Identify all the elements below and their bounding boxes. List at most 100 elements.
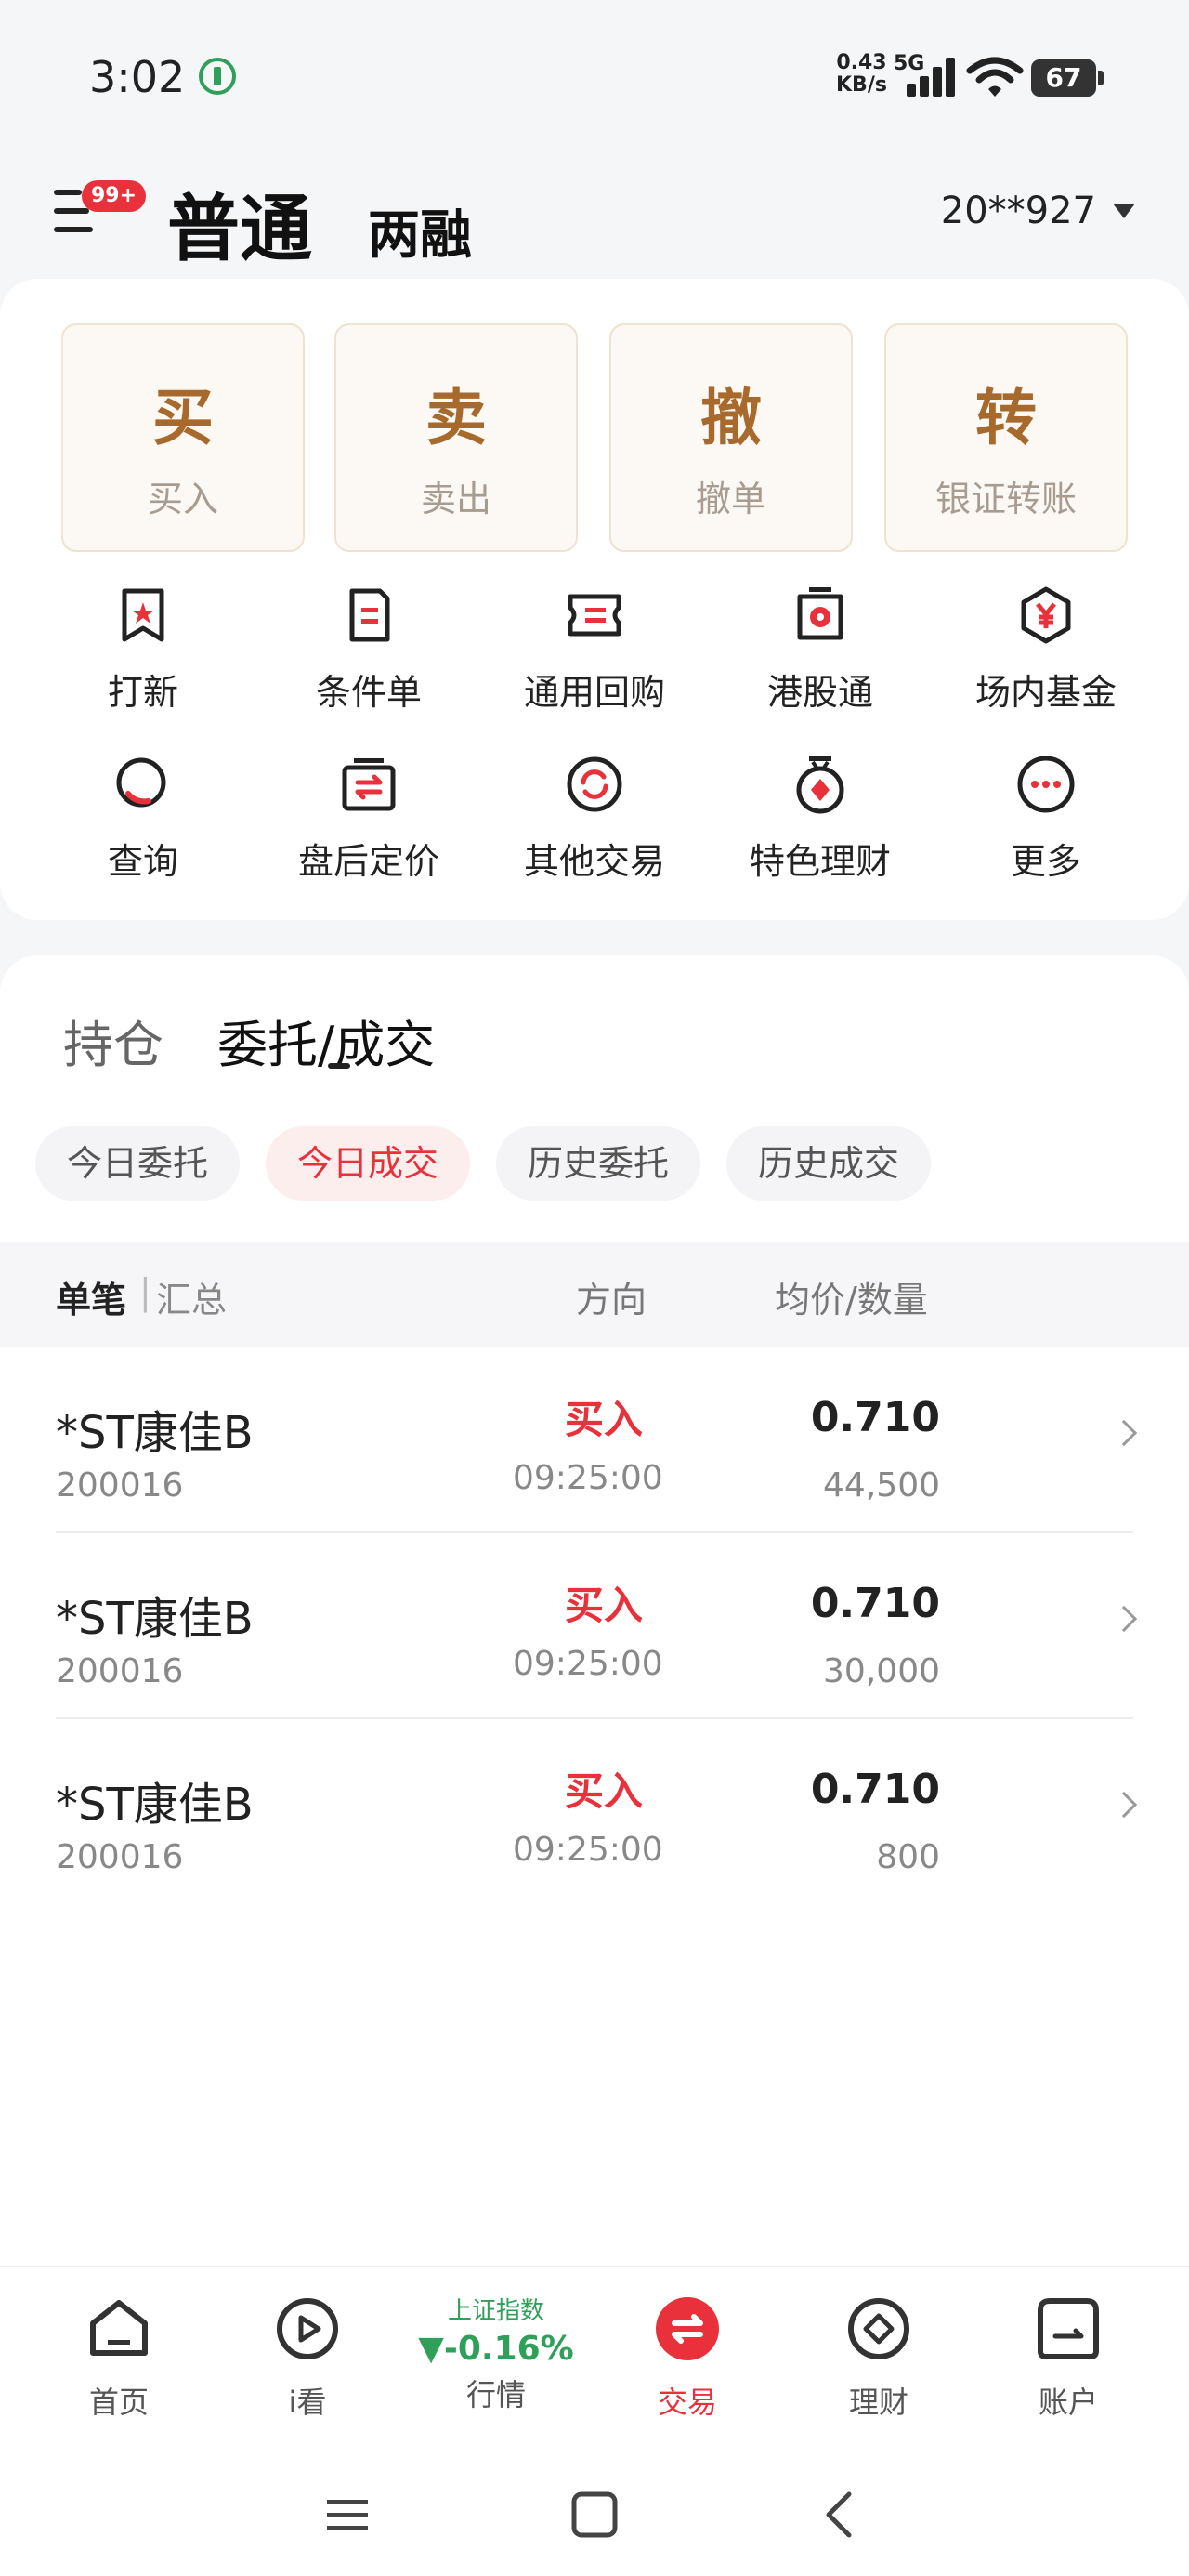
trade-time: 09:25:00 [513,1459,663,1497]
nav-market-label: 行情 [465,2377,526,2412]
ipo-bookmark-icon [122,588,164,642]
func-other-trade[interactable]: 其他交易 [502,755,687,884]
nav-market[interactable]: 上证指数 ▼-0.16% 行情 [412,2295,580,2414]
status-bar: 3:02 0.43 KB/s 5G 67 [0,0,1189,149]
bottom-nav: 首页 i看 上证指数 ▼-0.16% 行情 交易 理财 账户 [0,2266,1189,2451]
func-other-trade-label: 其他交易 [523,841,665,882]
system-nav-bar [0,2451,1189,2576]
hk-connect-icon [797,587,843,640]
sell-button[interactable]: 卖 卖出 [334,323,578,552]
chip-today-trades[interactable]: 今日成交 [266,1126,471,1201]
header-single-toggle[interactable]: 单笔 [56,1271,126,1322]
back-icon[interactable] [814,2489,866,2541]
stock-code: 200016 [56,1838,184,1876]
func-condition-order-label: 条件单 [315,672,422,713]
home-button-icon[interactable] [568,2489,621,2541]
after-hours-icon [342,758,396,811]
finance-icon [848,2298,909,2359]
net-speed-value: 0.43 [836,51,887,74]
trade-quantity: 30,000 [823,1652,940,1690]
wifi-icon [966,57,1024,97]
func-more[interactable]: 更多 [953,755,1139,884]
sell-label: 卖出 [420,479,491,519]
signal-icon [907,58,957,97]
avg-price: 0.710 [810,1394,940,1441]
func-query[interactable]: 查询 [50,755,236,884]
account-icon [1038,2298,1099,2359]
trade-direction: 买入 [565,1768,644,1814]
app-page: 3:02 0.43 KB/s 5G 67 99+ 普通 两融 20**927 买… [0,0,1189,2576]
header-summary-toggle[interactable]: 汇总 [156,1271,227,1322]
cancel-char: 撤 [700,382,762,453]
transfer-label: 银证转账 [934,479,1077,519]
nav-account[interactable]: 账户 [985,2295,1152,2422]
chevron-right-icon [1110,1791,1138,1819]
chevron-right-icon [1110,1605,1138,1633]
table-row[interactable]: *ST康佳B 200016 买入 09:25:00 0.710 800 [56,1719,1138,1905]
func-after-hours-pricing[interactable]: 盘后定价 [276,755,462,884]
func-after-hours-label: 盘后定价 [297,841,439,882]
buy-label: 买入 [147,479,218,519]
func-featured-wealth[interactable]: 特色理财 [727,755,913,884]
bank-transfer-button[interactable]: 转 银证转账 [884,323,1128,552]
nav-home-label: 首页 [88,2385,149,2420]
chip-history-trades[interactable]: 历史成交 [726,1126,932,1201]
trade-quantity: 44,500 [823,1466,940,1505]
cancel-order-button[interactable]: 撤 撤单 [609,323,853,552]
tab-normal-account[interactable]: 普通 [167,171,312,275]
chip-today-orders[interactable]: 今日委托 [35,1126,241,1201]
func-hk-connect-label: 港股通 [766,672,873,713]
func-wealth-label: 特色理财 [749,841,891,882]
tab-orders-trades[interactable]: 委托/成交 [217,1004,435,1077]
tab-margin-account[interactable]: 两融 [368,193,472,269]
func-more-label: 更多 [1010,841,1081,882]
header-direction: 方向 [576,1280,647,1321]
stock-code: 200016 [56,1652,184,1690]
func-repo-label: 通用回购 [523,672,665,713]
table-row[interactable]: *ST康佳B 200016 买入 09:25:00 0.710 30,000 [56,1533,1138,1719]
more-icon [1017,756,1075,813]
account-selector[interactable]: 20**927 [941,190,1135,232]
index-name: 上证指数 [447,2297,544,2325]
table-row[interactable]: *ST康佳B 200016 买入 09:25:00 0.710 44,500 [56,1347,1138,1533]
nav-finance[interactable]: 理财 [795,2295,962,2422]
trade-direction: 买入 [565,1583,644,1628]
func-repo[interactable]: 通用回购 [502,585,687,715]
func-exchange-fund[interactable]: 场内基金 [953,585,1139,715]
trade-panel: 买 买入 卖 卖出 撤 撤单 转 银证转账 打新 条件单 通用回购 港股通 场内… [0,279,1189,920]
trade-time: 09:25:00 [513,1831,663,1869]
buy-char: 买 [152,382,214,453]
func-condition-order[interactable]: 条件单 [276,585,462,715]
market-index-widget: 上证指数 ▼-0.16% [412,2292,580,2368]
nav-finance-label: 理财 [848,2385,908,2420]
recent-apps-icon[interactable] [321,2489,373,2541]
buy-button[interactable]: 买 买入 [61,323,305,552]
func-exchange-fund-label: 场内基金 [974,672,1117,713]
other-trade-icon [567,756,622,812]
func-ipo-label: 打新 [107,672,178,713]
active-tab-indicator [328,1063,350,1069]
stock-name: *ST康佳B [56,1779,254,1831]
func-ipo[interactable]: 打新 [50,585,236,715]
table-header: 单笔 | 汇总 方向 均价/数量 [0,1242,1189,1347]
func-hk-connect[interactable]: 港股通 [727,585,913,715]
tab-holdings[interactable]: 持仓 [63,1004,163,1077]
sell-char: 卖 [425,382,487,453]
search-icon [116,757,166,808]
nav-trade-label: 交易 [657,2385,717,2420]
home-icon [90,2300,148,2356]
stock-code: 200016 [56,1466,184,1505]
app-notification-icon [199,58,236,95]
stock-name: *ST康佳B [56,1407,254,1459]
net-speed: 0.43 KB/s [836,52,887,97]
chip-history-orders[interactable]: 历史委托 [496,1126,701,1201]
nav-ikan[interactable]: i看 [224,2295,391,2422]
transfer-char: 转 [975,382,1037,453]
repo-ticket-icon [568,594,621,637]
nav-home[interactable]: 首页 [35,2295,203,2422]
func-query-label: 查询 [107,841,178,882]
play-icon [277,2298,338,2359]
top-header: 99+ 普通 两融 20**927 [0,149,1189,279]
nav-trade[interactable]: 交易 [604,2295,771,2422]
orders-panel: 持仓 委托/成交 今日委托 今日成交 历史委托 历史成交 单笔 | 汇总 方向 … [0,955,1189,2267]
